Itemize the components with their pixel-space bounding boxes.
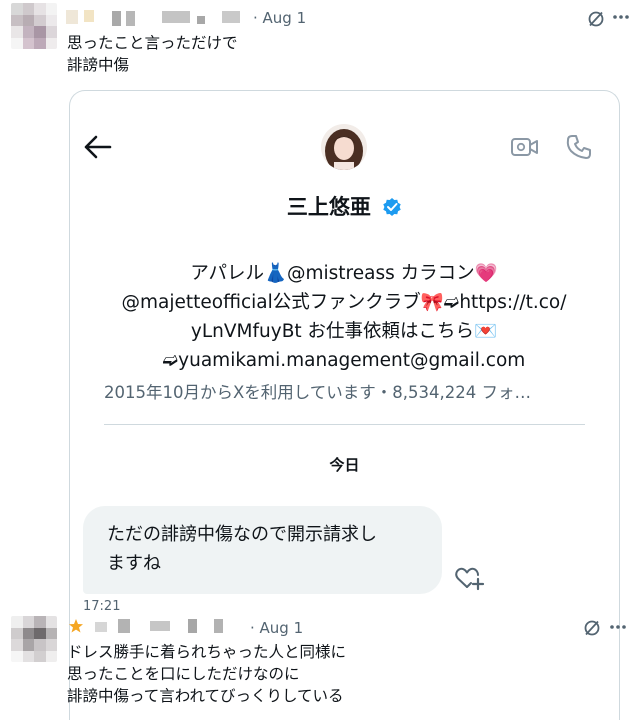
verified-badge-icon — [383, 198, 401, 216]
message-time: 17:21 — [83, 599, 121, 614]
handle-redacted — [188, 619, 197, 633]
video-call-icon[interactable] — [510, 135, 540, 159]
divider — [104, 424, 585, 425]
bio-line: アパレル👗@mistreass カラコン💗 — [190, 263, 498, 284]
handle-redacted — [214, 619, 223, 633]
bio-line[interactable]: @majetteofficial公式ファンクラブ🎀➫https://t.co/ — [94, 288, 594, 317]
back-arrow-icon[interactable] — [84, 135, 112, 159]
profile-name-text: 三上悠亜 — [286, 195, 371, 219]
reply-text: 思ったこと言っただけで 誹謗中傷 — [67, 34, 238, 74]
display-name-redacted — [112, 11, 121, 26]
display-name-redacted — [126, 11, 135, 26]
translate-icon[interactable] — [587, 10, 605, 28]
join-date-followers: 2015年10月からXを利用しています・8,534,224 フォ… — [104, 383, 532, 402]
phone-icon[interactable] — [565, 133, 593, 161]
more-icon[interactable] — [609, 624, 627, 630]
translate-icon[interactable] — [583, 619, 601, 637]
handle-redacted — [150, 621, 170, 631]
bio-line[interactable]: yLnVMfuyBt お仕事依頼はこちら💌 — [94, 317, 594, 346]
profile-avatar[interactable] — [321, 124, 367, 170]
profile-name[interactable]: 三上悠亜 — [70, 191, 619, 221]
display-name-redacted — [66, 10, 78, 24]
reply-text: ドレス勝手に着られちゃった人と同様に 思ったことを口にしただけなのに 誹謗中傷っ… — [67, 643, 347, 705]
display-name-redacted — [95, 622, 107, 632]
handle-redacted — [197, 16, 205, 24]
reply-date[interactable]: · Aug 1 — [250, 619, 303, 637]
avatar[interactable] — [11, 3, 57, 49]
profile-bio: アパレル👗@mistreass カラコン💗 @majetteofficial公式… — [94, 259, 594, 375]
display-name-redacted — [118, 619, 130, 633]
reply-date[interactable]: · Aug 1 — [253, 9, 306, 27]
handle-redacted — [162, 11, 190, 23]
message-text: ただの誹謗中傷なので開示請求し ますね — [107, 524, 377, 574]
avatar[interactable] — [11, 616, 57, 662]
date-separator: 今日 — [329, 456, 360, 474]
add-reaction-icon[interactable] — [454, 565, 486, 591]
handle-redacted — [222, 11, 240, 23]
display-name-redacted — [84, 10, 94, 22]
more-icon[interactable] — [612, 14, 630, 20]
message-bubble[interactable]: ただの誹謗中傷なので開示請求し ますね — [83, 506, 442, 594]
bio-line: ➫yuamikami.management@gmail.com — [162, 350, 526, 371]
star-icon — [69, 619, 83, 633]
